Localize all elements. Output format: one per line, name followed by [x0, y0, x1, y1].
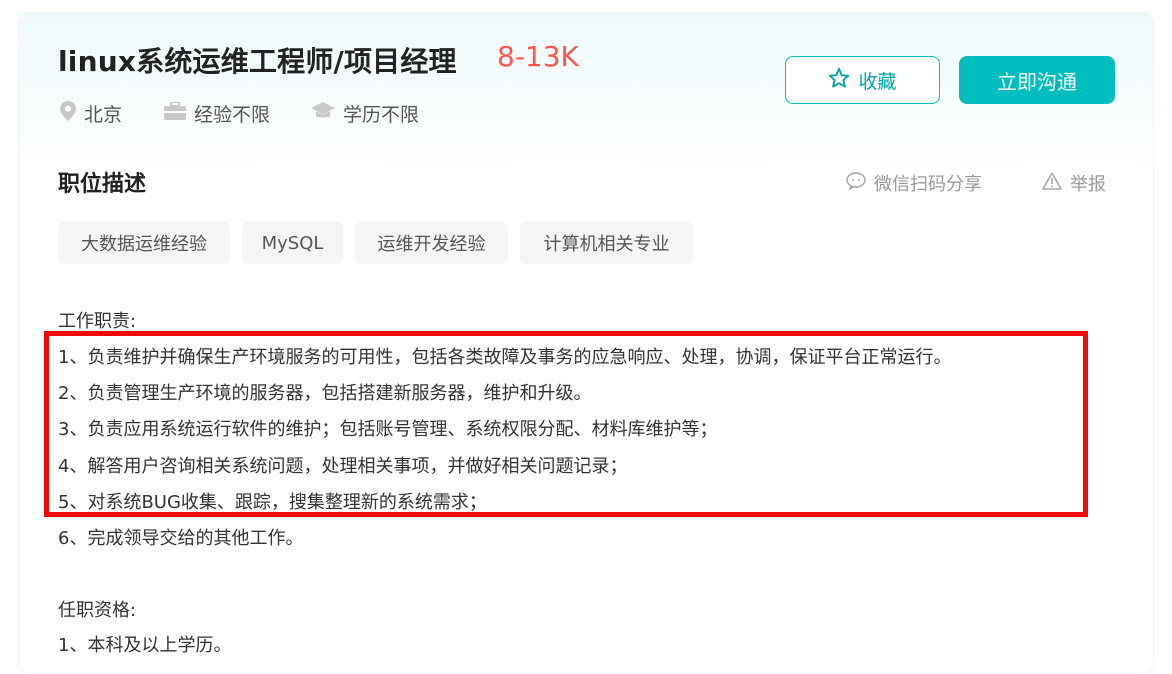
- section-title: 职位描述: [58, 172, 147, 197]
- chat-now-button[interactable]: 立即沟通: [959, 56, 1115, 104]
- highlight-box: [44, 331, 1088, 517]
- favorite-label: 收藏: [858, 70, 897, 93]
- qualifications-heading: 任职资格:: [58, 600, 137, 621]
- favorite-button[interactable]: 收藏: [785, 56, 940, 104]
- city-text: 北京: [84, 104, 123, 126]
- location-meta: 北京: [60, 100, 122, 127]
- report-label: 举报: [1070, 174, 1106, 195]
- job-title: linux系统运维工程师/项目经理: [58, 45, 457, 78]
- experience-meta: 经验不限: [164, 100, 270, 127]
- star-icon: [828, 67, 850, 94]
- wechat-share-link[interactable]: 微信扫码分享: [846, 170, 982, 196]
- duties-heading: 工作职责:: [58, 311, 137, 332]
- salary-range: 8-13K: [497, 40, 579, 73]
- share-label: 微信扫码分享: [874, 174, 982, 195]
- report-link[interactable]: 举报: [1042, 170, 1106, 196]
- skill-tag: 大数据运维经验: [58, 222, 230, 264]
- warning-icon: [1042, 171, 1062, 195]
- graduation-cap-icon: [311, 102, 335, 125]
- experience-text: 经验不限: [194, 104, 271, 126]
- skill-tag: 计算机相关专业: [520, 222, 693, 264]
- duty-item: 6、完成领导交给的其他工作。: [58, 528, 304, 549]
- skill-tag: MySQL: [242, 222, 343, 264]
- location-pin-icon: [60, 101, 76, 126]
- education-text: 学历不限: [343, 104, 420, 126]
- chat-bubble-icon: [846, 171, 866, 195]
- qualification-item: 1、本科及以上学历。: [58, 635, 232, 656]
- skill-tag: 运维开发经验: [355, 222, 508, 264]
- briefcase-icon: [164, 101, 186, 125]
- education-meta: 学历不限: [311, 100, 419, 127]
